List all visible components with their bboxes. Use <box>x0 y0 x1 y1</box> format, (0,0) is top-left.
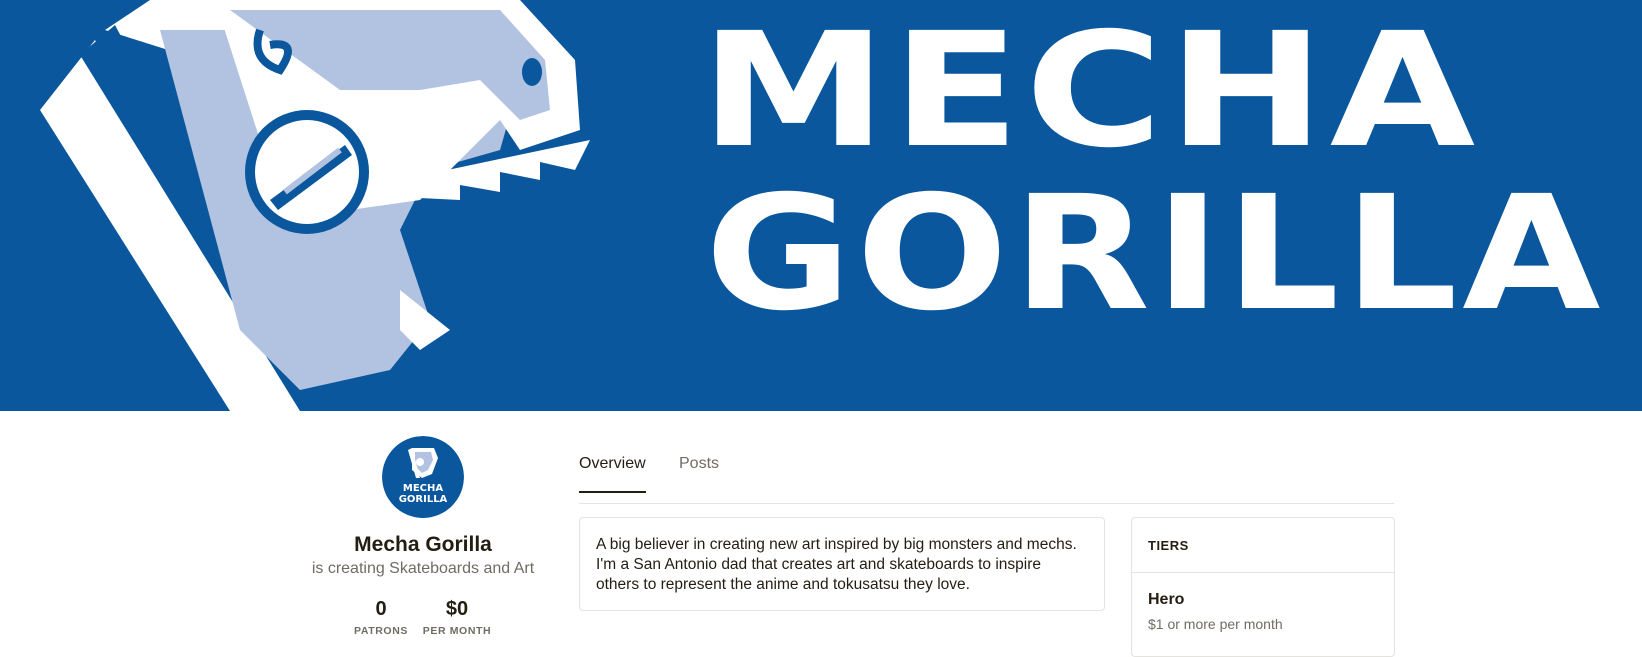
about-card: A big believer in creating new art inspi… <box>579 517 1105 611</box>
tiers-card: TIERS Hero $1 or more per month <box>1131 517 1395 657</box>
banner-title-line1: MECHA <box>700 0 1480 183</box>
tiers-heading: TIERS <box>1132 518 1394 573</box>
about-text: A big believer in creating new art inspi… <box>596 536 1077 593</box>
cover-banner: MECHA GORILLA <box>0 0 1642 411</box>
avatar[interactable]: MECHA GORILLA <box>382 436 464 518</box>
tab-posts[interactable]: Posts <box>679 455 719 491</box>
creator-name: Mecha Gorilla <box>354 533 492 556</box>
tab-overview[interactable]: Overview <box>579 455 646 493</box>
profile-content: MECHA GORILLA Mecha Gorilla is creating … <box>0 411 1642 657</box>
avatar-text-line2: GORILLA <box>399 494 448 505</box>
patrons-stat: 0 PATRONS <box>354 598 408 637</box>
tier-name[interactable]: Hero <box>1148 591 1184 609</box>
mecha-gorilla-banner-art: MECHA GORILLA <box>0 0 1642 411</box>
monthly-amount: $0 <box>445 598 469 620</box>
tier-price: $1 or more per month <box>1148 616 1283 632</box>
avatar-text-line1: MECHA <box>403 483 443 494</box>
patrons-label: PATRONS <box>354 625 408 637</box>
banner-title-line2: GORILLA <box>705 162 1605 346</box>
profile-tabs: Overview Posts <box>579 455 1394 504</box>
creator-tagline: is creating Skateboards and Art <box>311 560 535 577</box>
monthly-label: PER MONTH <box>422 625 492 637</box>
monthly-stat: $0 PER MONTH <box>418 598 496 637</box>
patrons-count: 0 <box>375 598 387 620</box>
